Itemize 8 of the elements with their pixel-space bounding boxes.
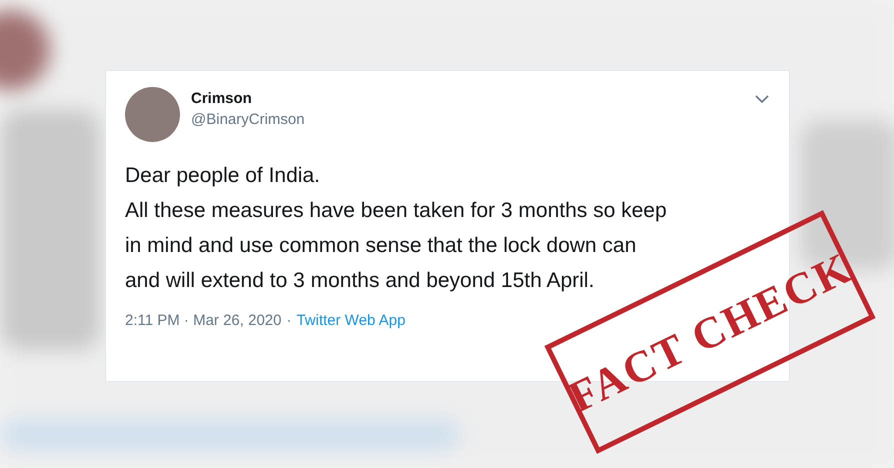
user-handle: @BinaryCrimson bbox=[191, 111, 305, 128]
user-name: Crimson bbox=[191, 90, 253, 107]
tweet-text: All these measures have been taken for 3 months so keep in mind and use common sense that the lock down can and will extend to 3 months and beyond 15th April. bbox=[125, 198, 668, 294]
source-link[interactable]: Twitter Web App bbox=[296, 312, 406, 329]
tweet-timestamp: 2:11 PM · Mar 26, 2020 bbox=[125, 312, 282, 329]
tweet-text: Dear people of India. bbox=[125, 163, 321, 189]
chevron-down-icon[interactable] bbox=[755, 95, 769, 104]
separator-dot: · bbox=[286, 312, 292, 329]
